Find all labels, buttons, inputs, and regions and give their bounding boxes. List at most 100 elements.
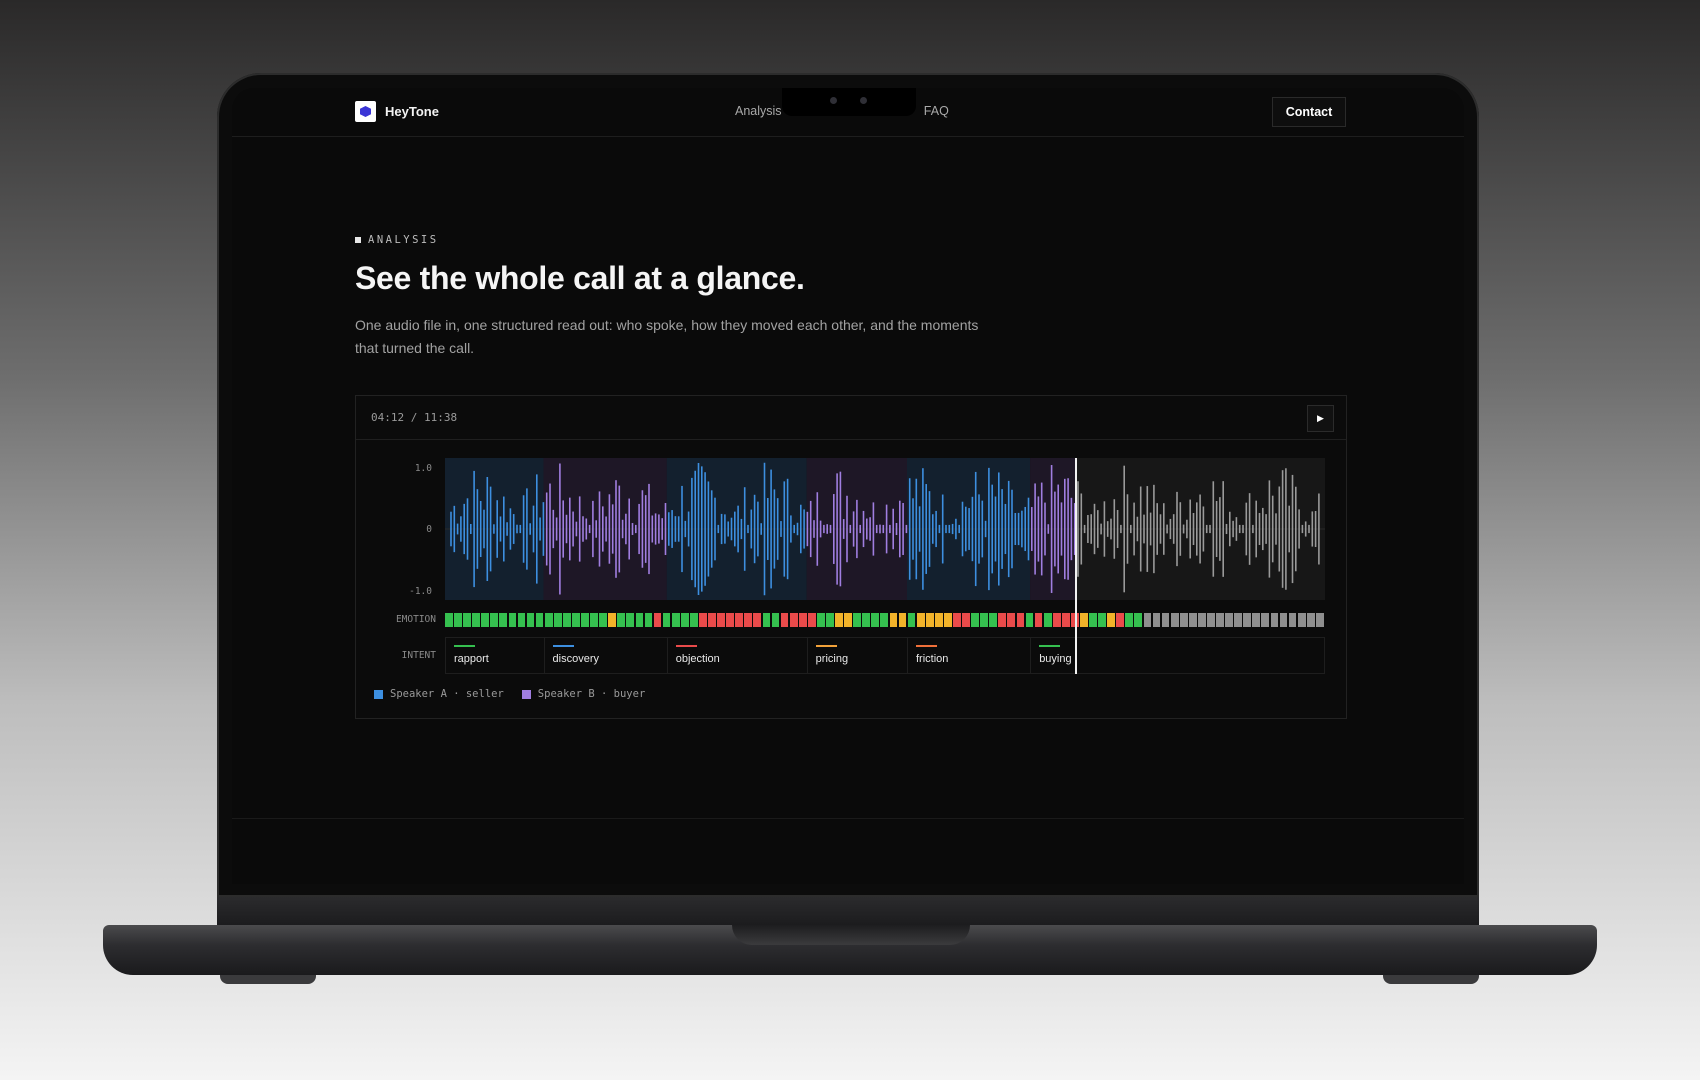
intent-color-bar	[815, 645, 837, 647]
emotion-block	[744, 613, 753, 627]
emotion-block	[798, 613, 807, 627]
camera-dot-icon	[830, 97, 837, 104]
emotion-block	[880, 613, 889, 627]
nav-link-analysis[interactable]: Analysis	[735, 104, 782, 118]
emotion-block	[1188, 613, 1197, 627]
emotion-block	[454, 613, 462, 627]
intent-label: pricing	[815, 653, 849, 665]
brand-logo-icon[interactable]	[355, 101, 376, 122]
timecode: 04:12 / 11:38	[371, 411, 458, 424]
brand-name[interactable]: HeyTone	[385, 104, 439, 119]
emotion-block	[1052, 613, 1061, 627]
emotion-row-label: EMOTION	[395, 614, 436, 625]
emotion-block	[1143, 613, 1152, 627]
sensor-dot-icon	[860, 97, 867, 104]
emotion-block	[1152, 613, 1161, 627]
intent-segment-2[interactable]: objection	[668, 638, 808, 673]
intent-color-bar	[1039, 645, 1061, 647]
emotion-block	[989, 613, 998, 627]
emotion-block	[617, 613, 626, 627]
emotion-block	[1080, 613, 1088, 627]
emotion-block	[572, 613, 580, 627]
emotion-block	[826, 613, 834, 627]
emotion-block	[1089, 613, 1097, 627]
intent-segment-3[interactable]: pricing	[808, 638, 908, 673]
emotion-block	[590, 613, 598, 627]
nav-link-faq[interactable]: FAQ	[924, 104, 949, 118]
laptop-lip	[732, 925, 970, 945]
intent-row-label: INTENT	[401, 650, 436, 661]
emotion-block	[562, 613, 571, 627]
eyebrow-label: ANALYSIS	[368, 234, 439, 246]
intent-segment-5[interactable]: buying	[1031, 638, 1077, 673]
emotion-track[interactable]	[445, 613, 1325, 627]
emotion-block	[1043, 613, 1052, 627]
section-eyebrow: ANALYSIS	[355, 234, 439, 246]
camera-notch	[782, 88, 916, 116]
emotion-block	[762, 613, 771, 627]
emotion-block	[1216, 613, 1224, 627]
emotion-block	[490, 613, 499, 627]
emotion-block	[1161, 613, 1170, 627]
y-tick-bottom: -1.0	[409, 586, 432, 597]
emotion-block	[934, 613, 943, 627]
emotion-block	[544, 613, 553, 627]
intent-label: buying	[1039, 653, 1072, 665]
emotion-block	[499, 613, 508, 627]
intent-color-bar	[552, 645, 574, 647]
contact-button[interactable]: Contact	[1272, 97, 1346, 127]
play-button[interactable]: ▶	[1307, 405, 1334, 432]
intent-segment-1[interactable]: discovery	[545, 638, 668, 673]
intent-label: discovery	[552, 653, 600, 665]
emotion-block	[689, 613, 698, 627]
emotion-block	[771, 613, 780, 627]
emotion-block	[1134, 613, 1143, 627]
legend-label: Speaker A · seller	[390, 688, 504, 700]
emotion-block	[1288, 613, 1297, 627]
emotion-block	[998, 613, 1007, 627]
emotion-block	[1234, 613, 1243, 627]
legend-item-speaker-a: Speaker A · seller	[374, 688, 504, 700]
emotion-block	[1270, 613, 1279, 627]
emotion-block	[925, 613, 934, 627]
emotion-block	[789, 613, 798, 627]
emotion-block	[1098, 613, 1106, 627]
emotion-block	[962, 613, 970, 627]
emotion-block	[853, 613, 861, 627]
emotion-block	[517, 613, 526, 627]
emotion-block	[463, 613, 471, 627]
emotion-block	[644, 613, 653, 627]
laptop-foot	[220, 975, 316, 984]
laptop-foot	[1383, 975, 1479, 984]
intent-segment-4[interactable]: friction	[908, 638, 1032, 673]
emotion-block	[835, 613, 843, 627]
emotion-block	[526, 613, 535, 627]
intent-color-bar	[454, 645, 475, 647]
emotion-block	[1061, 613, 1070, 627]
emotion-block	[780, 613, 789, 627]
emotion-block	[1197, 613, 1206, 627]
emotion-block	[1315, 613, 1324, 627]
emotion-block	[1116, 613, 1125, 627]
emotion-block	[807, 613, 816, 627]
waveform[interactable]	[445, 458, 1325, 600]
emotion-block	[1306, 613, 1315, 627]
emotion-block	[481, 613, 490, 627]
emotion-block	[635, 613, 644, 627]
emotion-block	[1243, 613, 1252, 627]
emotion-block	[943, 613, 952, 627]
intent-label: objection	[675, 653, 720, 665]
emotion-block	[1125, 613, 1134, 627]
intent-label: rapport	[454, 653, 489, 665]
emotion-block	[599, 613, 607, 627]
play-icon: ▶	[1317, 413, 1324, 423]
intent-label: friction	[916, 653, 949, 665]
section-divider	[232, 818, 1464, 819]
emotion-block	[1107, 613, 1116, 627]
emotion-block	[653, 613, 662, 627]
emotion-block	[680, 613, 689, 627]
emotion-block	[445, 613, 453, 627]
playhead[interactable]	[1074, 458, 1077, 674]
intent-segment-0[interactable]: rapport	[446, 638, 545, 673]
emotion-block	[726, 613, 734, 627]
